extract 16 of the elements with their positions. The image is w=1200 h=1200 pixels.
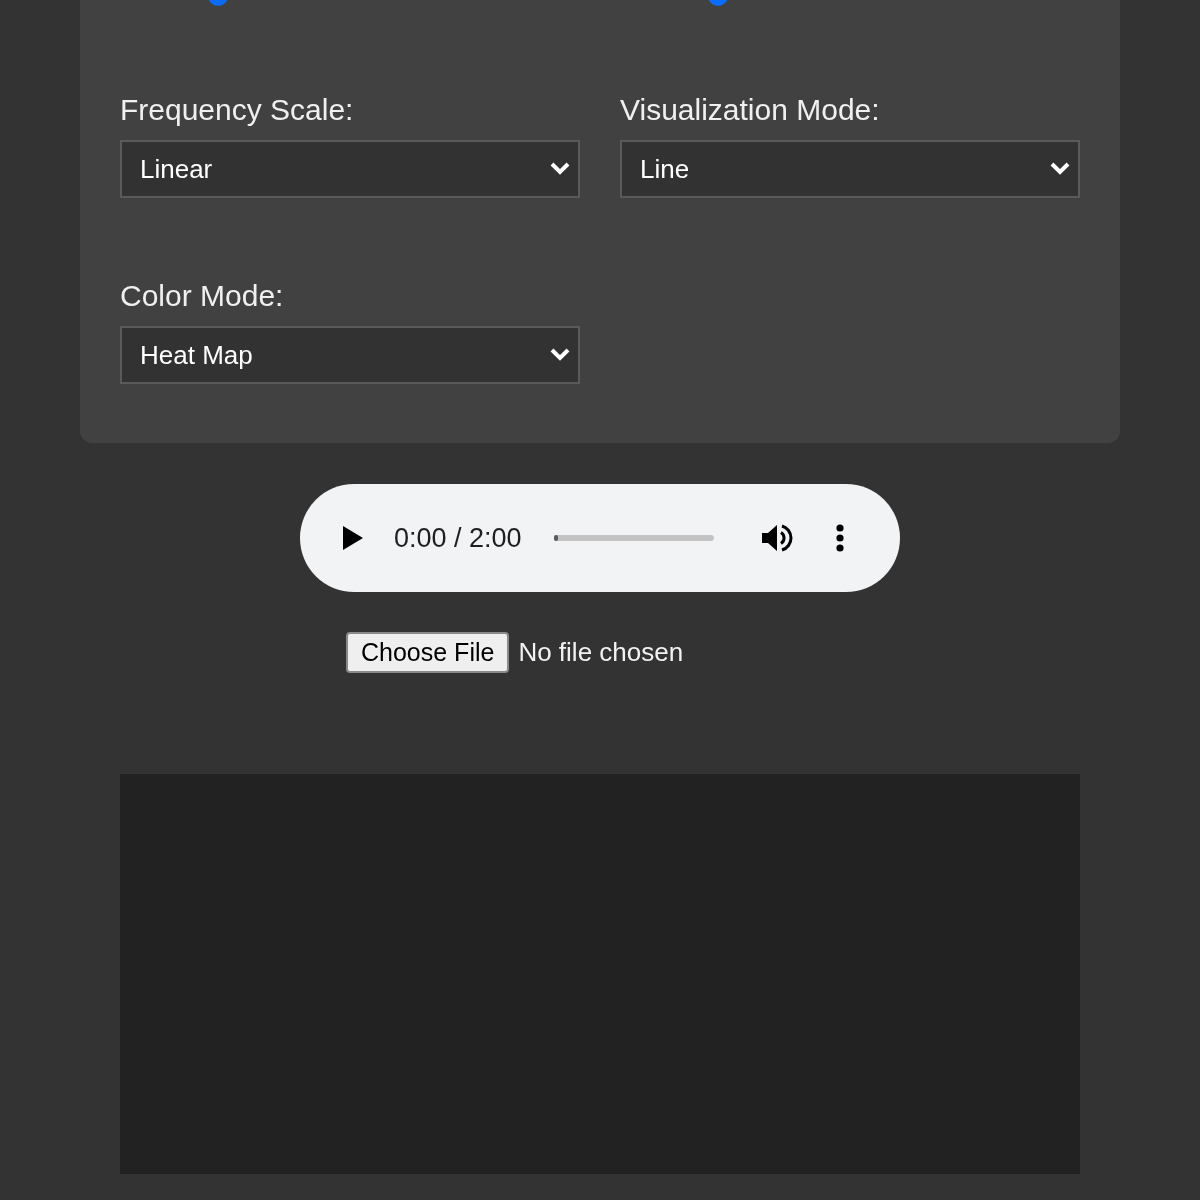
field-label: Frequency Scale:	[120, 92, 354, 128]
chevron-down-icon	[550, 162, 570, 176]
time-display: 0:00 / 2:00	[394, 522, 522, 554]
field-label: Visualization Mode:	[620, 92, 880, 128]
play-icon[interactable]	[342, 526, 364, 550]
more-options-icon[interactable]	[835, 524, 844, 552]
progress-track[interactable]	[553, 535, 714, 541]
dropdown[interactable]: Heat Map	[120, 326, 580, 384]
volume-icon[interactable]	[761, 523, 794, 553]
file-status: No file chosen	[518, 637, 684, 668]
chevron-down-icon	[1050, 162, 1070, 176]
choose-file-button[interactable]: Choose File	[346, 632, 510, 673]
chevron-down-icon	[550, 348, 570, 362]
dropdown[interactable]: Linear	[120, 140, 580, 198]
field-label: Color Mode:	[120, 278, 284, 314]
dropdown[interactable]: Line	[620, 140, 1080, 198]
